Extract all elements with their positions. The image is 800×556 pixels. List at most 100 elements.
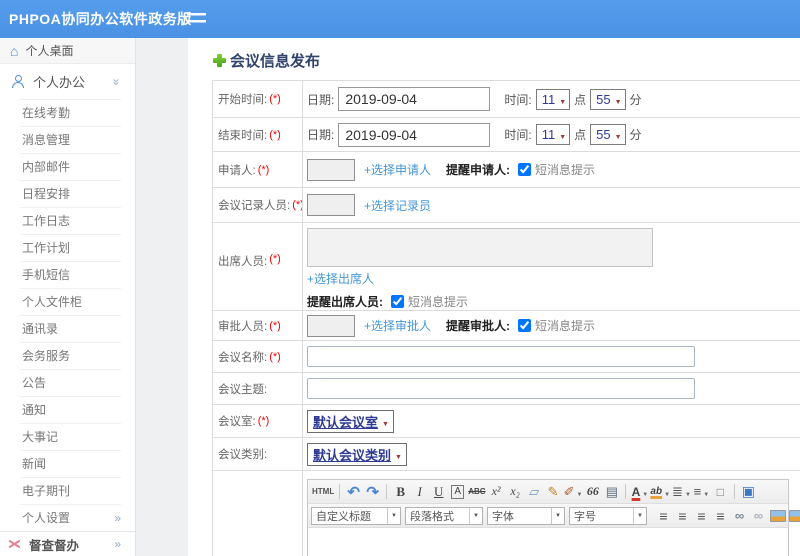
paragraph-format-select[interactable]: 段落格式 bbox=[405, 506, 483, 525]
blockquote-icon[interactable]: 66 bbox=[584, 483, 601, 501]
sidebar-item-label: 通知 bbox=[22, 403, 47, 417]
start-hour-select[interactable]: 11 bbox=[535, 88, 571, 110]
choose-approver-link[interactable]: +选择审批人 bbox=[364, 317, 431, 334]
sms-hint-label: 短消息提示 bbox=[535, 163, 596, 177]
underline-icon[interactable]: U bbox=[430, 483, 447, 501]
choose-recorder-link[interactable]: +选择记录员 bbox=[364, 197, 431, 214]
chevron-double-right-icon: » bbox=[114, 537, 121, 551]
sidebar-item-label: 督查督办 bbox=[29, 538, 80, 553]
paste-icon[interactable]: ▤ bbox=[603, 483, 620, 501]
sidebar-item-work-plan[interactable]: 工作计划 bbox=[0, 234, 135, 261]
shuffle-icon bbox=[8, 538, 21, 550]
sidebar-item-personal-office[interactable]: 个人办公 » bbox=[0, 64, 135, 99]
applicant-input[interactable] bbox=[307, 158, 355, 181]
recorder-input[interactable] bbox=[307, 194, 355, 216]
sidebar-item-contacts[interactable]: 通讯录 bbox=[0, 315, 135, 342]
sidebar-item-mobile-sms[interactable]: 手机短信 bbox=[0, 261, 135, 288]
heading-select[interactable]: 自定义标题 bbox=[311, 506, 401, 525]
hamburger-menu-icon[interactable] bbox=[187, 13, 206, 25]
form-row-approver: 审批人员: (*) +选择审批人 提醒审批人: 短消息提示 bbox=[213, 311, 800, 341]
highlight-icon[interactable]: ab bbox=[650, 483, 670, 501]
italic-icon[interactable]: I bbox=[411, 483, 428, 501]
approver-sms-checkbox[interactable] bbox=[518, 319, 532, 332]
sidebar-item-announcement[interactable]: 公告 bbox=[0, 369, 135, 396]
align-justify-icon[interactable]: ≡ bbox=[712, 507, 729, 525]
fullscreen-icon[interactable]: ▣ bbox=[740, 483, 757, 501]
sidebar-item-memorabilia[interactable]: 大事记 bbox=[0, 423, 135, 450]
sidebar-item-news[interactable]: 新闻 bbox=[0, 450, 135, 477]
superscript-icon[interactable]: x² bbox=[488, 483, 505, 501]
undo-icon[interactable]: ↶ bbox=[345, 483, 362, 501]
font-family-select[interactable]: 字体 bbox=[487, 506, 565, 525]
meeting-room-select[interactable]: 默认会议室 bbox=[307, 409, 394, 433]
start-date-input[interactable] bbox=[338, 87, 491, 111]
date-label: 日期: bbox=[307, 92, 335, 107]
unlink-icon[interactable]: ∞ bbox=[750, 507, 767, 525]
editor-content-area[interactable] bbox=[308, 528, 788, 556]
sidebar-item-personal-settings[interactable]: 个人设置 » bbox=[0, 504, 135, 531]
select-arrow-icon bbox=[555, 127, 566, 142]
new-page-icon[interactable]: □ bbox=[712, 483, 729, 501]
align-right-icon[interactable]: ≡ bbox=[693, 507, 710, 525]
start-minute-select[interactable]: 55 bbox=[590, 88, 626, 110]
image-icon[interactable] bbox=[769, 507, 786, 525]
sidebar-submenu: 在线考勤 消息管理 内部邮件 日程安排 工作日志 工作计划 手机短信 个人文件柜… bbox=[0, 99, 135, 531]
font-size-select[interactable]: 字号 bbox=[569, 506, 647, 525]
sidebar-item-e-journal[interactable]: 电子期刊 bbox=[0, 477, 135, 504]
select-arrow-icon bbox=[387, 507, 400, 524]
sidebar-item-label: 个人文件柜 bbox=[22, 295, 83, 309]
hour-suffix: 点 bbox=[574, 128, 587, 142]
sidebar-item-personal-desktop[interactable]: ⌂ 个人桌面 bbox=[0, 38, 135, 64]
sidebar-item-work-log[interactable]: 工作日志 bbox=[0, 207, 135, 234]
meeting-name-input[interactable] bbox=[307, 346, 695, 367]
html-source-button[interactable]: HTML bbox=[312, 483, 334, 501]
meeting-category-select[interactable]: 默认会议类别 bbox=[307, 442, 407, 466]
attendees-textarea[interactable] bbox=[307, 228, 653, 267]
multi-image-icon[interactable] bbox=[788, 507, 800, 525]
sidebar-item-schedule[interactable]: 日程安排 bbox=[0, 180, 135, 207]
sidebar-item-notice[interactable]: 通知 bbox=[0, 396, 135, 423]
end-hour-select[interactable]: 11 bbox=[535, 124, 571, 145]
field-label: 出席人员: bbox=[218, 256, 268, 268]
time-label: 时间: bbox=[504, 128, 532, 142]
meeting-subject-input[interactable] bbox=[307, 378, 695, 399]
eraser-icon[interactable]: ▱ bbox=[526, 483, 543, 501]
choose-attendees-link[interactable]: +选择出席人 bbox=[307, 272, 374, 286]
sidebar-item-internal-mail[interactable]: 内部邮件 bbox=[0, 153, 135, 180]
font-color-icon[interactable]: A bbox=[631, 483, 648, 501]
strikethrough-icon[interactable]: ABC bbox=[468, 483, 485, 501]
sidebar-item-online-attendance[interactable]: 在线考勤 bbox=[0, 99, 135, 126]
quick-format-icon[interactable]: ✐ bbox=[564, 483, 583, 501]
dropdown-arrow-icon bbox=[683, 485, 691, 499]
align-center-icon[interactable]: ≡ bbox=[674, 507, 691, 525]
subscript-icon[interactable]: x₂ bbox=[507, 483, 524, 501]
bold-icon[interactable]: B bbox=[392, 483, 409, 501]
form-row-attendees: 出席人员: (*) +选择出席人 提醒出席人员: 短消息提示 bbox=[213, 223, 800, 311]
redo-icon[interactable]: ↷ bbox=[364, 483, 381, 501]
sidebar-item-supervision[interactable]: 督查督办 » bbox=[0, 531, 135, 556]
select-arrow-icon bbox=[611, 127, 622, 142]
font-border-icon[interactable]: A bbox=[449, 483, 466, 501]
choose-applicant-link[interactable]: +选择申请人 bbox=[364, 161, 431, 178]
format-brush-icon[interactable]: ✎ bbox=[545, 483, 562, 501]
end-minute-select[interactable]: 55 bbox=[590, 124, 626, 145]
home-icon: ⌂ bbox=[10, 42, 19, 59]
ordered-list-icon[interactable]: ≣ bbox=[672, 483, 691, 501]
sidebar-item-label: 在线考勤 bbox=[22, 106, 71, 120]
sidebar-item-message-management[interactable]: 消息管理 bbox=[0, 126, 135, 153]
sidebar-item-meeting-services[interactable]: 会务服务 bbox=[0, 342, 135, 369]
applicant-sms-checkbox[interactable] bbox=[518, 163, 532, 176]
sidebar-item-label: 内部邮件 bbox=[22, 160, 71, 174]
required-mark: (*) bbox=[269, 93, 281, 105]
sidebar-item-personal-file-cabinet[interactable]: 个人文件柜 bbox=[0, 288, 135, 315]
link-icon[interactable]: ∞ bbox=[731, 507, 748, 525]
sidebar-item-label: 工作计划 bbox=[22, 241, 71, 255]
approver-input[interactable] bbox=[307, 314, 355, 337]
unordered-list-icon[interactable]: ≡ bbox=[693, 483, 710, 501]
align-left-icon[interactable]: ≡ bbox=[655, 507, 672, 525]
required-mark: (*) bbox=[257, 415, 270, 427]
sidebar-item-label: 个人桌面 bbox=[25, 44, 74, 58]
attendees-sms-checkbox[interactable] bbox=[391, 295, 404, 308]
editor-toolbar-row2: 自定义标题 段落格式 字体 字号 bbox=[308, 504, 800, 528]
end-date-input[interactable] bbox=[338, 122, 491, 147]
